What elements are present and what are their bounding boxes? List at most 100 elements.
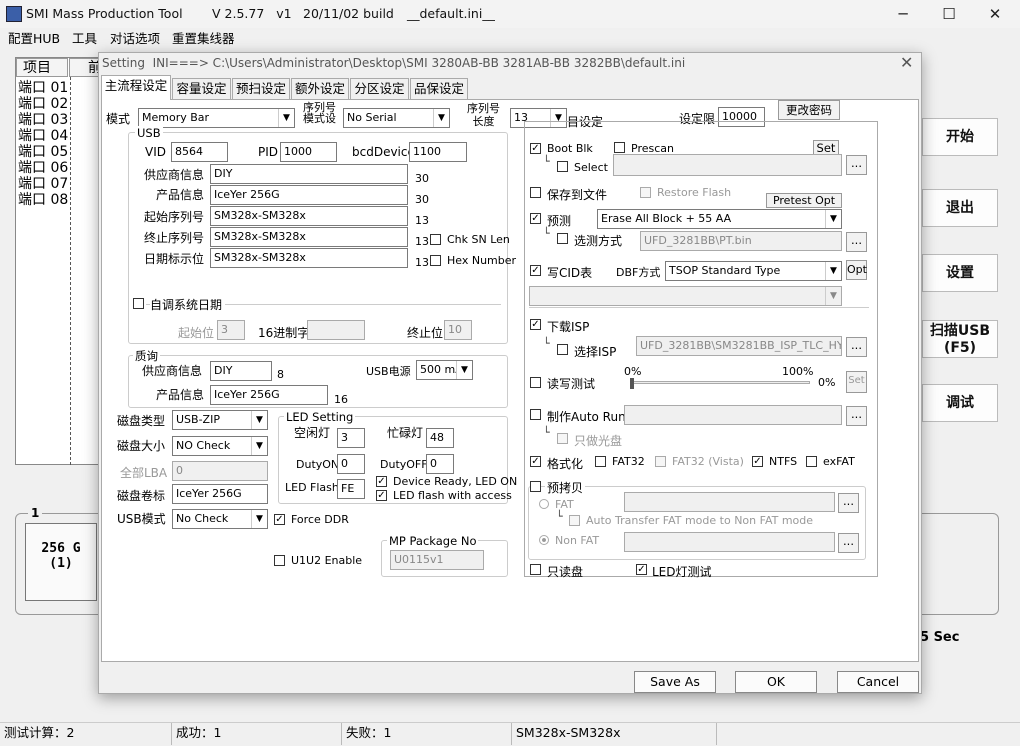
auto-run-checkbox[interactable] (530, 409, 541, 420)
tab-qa[interactable]: 品保设定 (410, 78, 468, 99)
change-password-button[interactable]: 更改密码 (778, 100, 840, 120)
u1u2-checkbox[interactable] (274, 555, 285, 566)
bcd-field[interactable]: 1100 (409, 142, 467, 162)
fat-file-field[interactable] (624, 492, 835, 512)
list-item[interactable]: 端口 07 (18, 176, 68, 192)
port-list-header[interactable]: 项目 (16, 58, 68, 77)
non-fat-browse-button[interactable]: ... (838, 533, 859, 553)
maximize-button[interactable]: ☐ (926, 0, 972, 28)
tab-partition[interactable]: 分区设定 (350, 78, 409, 99)
menu-reset-hub[interactable]: 重置集线器 (172, 28, 235, 47)
disk-type-select[interactable]: USB-ZIP ▼ (172, 410, 268, 430)
duty-off-field[interactable]: 0 (426, 454, 454, 474)
fat32-vista-checkbox[interactable] (655, 456, 666, 467)
select-checkbox[interactable] (557, 161, 568, 172)
rw-test-checkbox[interactable] (530, 377, 541, 388)
fat-radio[interactable] (539, 499, 549, 509)
settings-button[interactable]: 设置 (922, 254, 998, 292)
pretest-file-field[interactable]: UFD_3281BB\PT.bin (640, 231, 842, 251)
end-sn-field[interactable]: SM328x-SM328x (210, 227, 408, 247)
list-item[interactable]: 端口 08 (18, 192, 68, 208)
select-file-field[interactable] (613, 154, 842, 176)
disk-size-select[interactable]: NO Check ▼ (172, 436, 268, 456)
device-ready-checkbox[interactable]: ✓ (376, 476, 387, 487)
prescan-checkbox[interactable] (614, 142, 625, 153)
start-sn-field[interactable]: SM328x-SM328x (210, 206, 408, 226)
serial-mode-select[interactable]: No Serial ▼ (343, 108, 450, 128)
save-as-button[interactable]: Save As (634, 671, 716, 693)
pretest-checkbox[interactable]: ✓ (530, 213, 541, 224)
browse-button[interactable]: ... (846, 155, 867, 175)
isp-browse-button[interactable]: ... (846, 337, 867, 357)
cid-extra-select[interactable]: ▼ (529, 286, 842, 306)
list-item[interactable]: 端口 05 (18, 144, 68, 160)
list-item[interactable]: 端口 06 (18, 160, 68, 176)
led-access-checkbox[interactable]: ✓ (376, 490, 387, 501)
vid-field[interactable]: 8564 (171, 142, 228, 162)
save-file-checkbox[interactable] (530, 187, 541, 198)
hex-number-checkbox[interactable] (430, 255, 441, 266)
dbf-opt-button[interactable]: Opt (846, 260, 867, 280)
total-lba-field[interactable]: 0 (172, 461, 268, 481)
tab-extra[interactable]: 额外设定 (291, 78, 349, 99)
force-ddr-checkbox[interactable]: ✓ (274, 514, 285, 525)
device-card[interactable]: 256 G (1) (25, 523, 97, 601)
close-button[interactable]: ✕ (972, 0, 1018, 28)
busy-led-field[interactable]: 48 (426, 428, 454, 448)
non-fat-radio[interactable] (539, 535, 549, 545)
usb-power-select[interactable]: 500 mA ▼ (416, 360, 473, 380)
quality-product-field[interactable]: IceYer 256G (210, 385, 328, 405)
list-item[interactable]: 端口 03 (18, 112, 68, 128)
download-isp-checkbox[interactable]: ✓ (530, 319, 541, 330)
vendor-field[interactable]: DIY (210, 164, 408, 184)
select-isp-checkbox[interactable] (557, 344, 568, 355)
chk-sn-len-checkbox[interactable] (430, 234, 441, 245)
list-item[interactable]: 端口 04 (18, 128, 68, 144)
rw-slider-track[interactable] (630, 381, 810, 384)
rw-set-button[interactable]: Set (846, 371, 867, 393)
volume-field[interactable]: IceYer 256G (172, 484, 268, 504)
isp-file-field[interactable]: UFD_3281BB\SM3281BB_ISP_TLC_HY.BIN (636, 336, 842, 356)
tab-prescan[interactable]: 预扫设定 (232, 78, 290, 99)
precopy-checkbox[interactable] (530, 481, 541, 492)
menu-hub[interactable]: 配置HUB (8, 28, 60, 47)
auto-run-browse-button[interactable]: ... (846, 406, 867, 426)
write-cid-checkbox[interactable]: ✓ (530, 265, 541, 276)
led-flash-field[interactable]: FE (337, 479, 365, 499)
rw-slider-handle[interactable] (630, 378, 634, 389)
pretest-opt-button[interactable]: Pretest Opt (766, 193, 842, 208)
menu-dialog-options[interactable]: 对话选项 (110, 28, 160, 47)
pretest-method-checkbox[interactable] (557, 233, 568, 244)
fat32-checkbox[interactable] (595, 456, 606, 467)
end-pos-field[interactable]: 10 (444, 320, 472, 340)
list-item[interactable]: 端口 01 (18, 80, 68, 96)
port-list-header-2[interactable]: 前 (69, 58, 102, 77)
format-checkbox[interactable]: ✓ (530, 456, 541, 467)
mode-select[interactable]: Memory Bar ▼ (138, 108, 295, 128)
pretest-select[interactable]: Erase All Block + 55 AA ▼ (597, 209, 842, 229)
duty-on-field[interactable]: 0 (337, 454, 365, 474)
auto-transfer-checkbox[interactable] (569, 515, 580, 526)
ok-button[interactable]: OK (735, 671, 817, 693)
pid-field[interactable]: 1000 (280, 142, 337, 162)
boot-blk-checkbox[interactable]: ✓ (530, 143, 541, 154)
start-button[interactable]: 开始 (922, 118, 998, 156)
auto-date-checkbox[interactable] (133, 298, 144, 309)
led-test-checkbox[interactable]: ✓ (636, 564, 647, 575)
menu-tools[interactable]: 工具 (72, 28, 97, 47)
tab-capacity[interactable]: 容量设定 (172, 78, 231, 99)
start-pos-field[interactable]: 3 (217, 320, 245, 340)
product-field[interactable]: IceYer 256G (210, 185, 408, 205)
minimize-button[interactable]: ─ (880, 0, 926, 28)
auto-run-field[interactable] (624, 405, 842, 425)
scan-usb-button[interactable]: 扫描USB (F5) (922, 320, 998, 358)
hex-char-field[interactable] (307, 320, 365, 340)
debug-button[interactable]: 调试 (922, 384, 998, 422)
idle-led-field[interactable]: 3 (337, 428, 365, 448)
dialog-close-icon[interactable]: ✕ (900, 53, 913, 72)
non-fat-file-field[interactable] (624, 532, 835, 552)
fat-browse-button[interactable]: ... (838, 493, 859, 513)
pretest-browse-button[interactable]: ... (846, 232, 867, 252)
exfat-checkbox[interactable] (806, 456, 817, 467)
tab-main-flow[interactable]: 主流程设定 (101, 75, 171, 100)
